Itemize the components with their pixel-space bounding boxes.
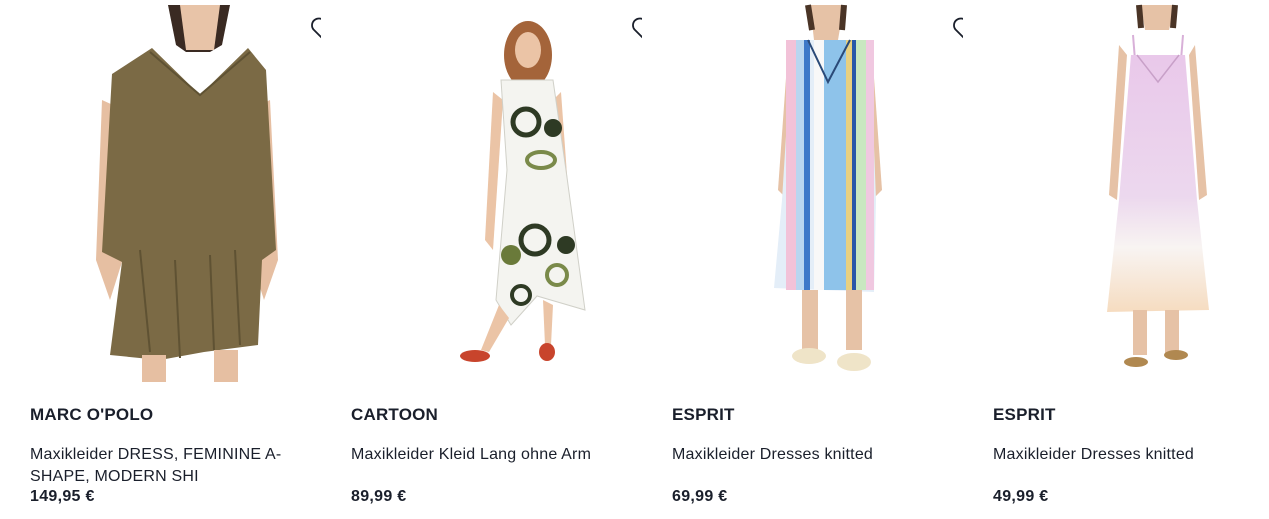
product-price: 89,99 € [351, 488, 407, 505]
product-price: 149,95 € [30, 488, 95, 505]
product-title[interactable]: Maxikleider Dresses knitted [993, 444, 1263, 466]
product-price: 69,99 € [672, 488, 728, 505]
product-title[interactable]: Maxikleider Dresses knitted [672, 444, 942, 466]
product-image[interactable] [963, 0, 1269, 382]
product-brand[interactable]: MARC O'POLO [30, 405, 153, 425]
product-image[interactable] [642, 0, 963, 382]
product-card[interactable]: ESPRIT Maxikleider Dresses knitted 49,99… [963, 0, 1269, 519]
product-card[interactable]: CARTOON Maxikleider Kleid Lang ohne Arm … [321, 0, 658, 519]
product-price: 49,99 € [993, 488, 1049, 505]
product-card[interactable]: ESPRIT Maxikleider Dresses knitted 69,99… [642, 0, 979, 519]
product-brand[interactable]: ESPRIT [672, 405, 735, 425]
product-image[interactable] [0, 0, 321, 382]
product-image[interactable] [321, 0, 642, 382]
product-brand[interactable]: ESPRIT [993, 405, 1056, 425]
product-title[interactable]: Maxikleider DRESS, FEMININE A-SHAPE, MOD… [30, 444, 300, 488]
product-brand[interactable]: CARTOON [351, 405, 438, 425]
product-grid: MARC O'POLO Maxikleider DRESS, FEMININE … [0, 0, 1269, 519]
product-card[interactable]: MARC O'POLO Maxikleider DRESS, FEMININE … [0, 0, 337, 519]
product-title[interactable]: Maxikleider Kleid Lang ohne Arm [351, 444, 621, 466]
